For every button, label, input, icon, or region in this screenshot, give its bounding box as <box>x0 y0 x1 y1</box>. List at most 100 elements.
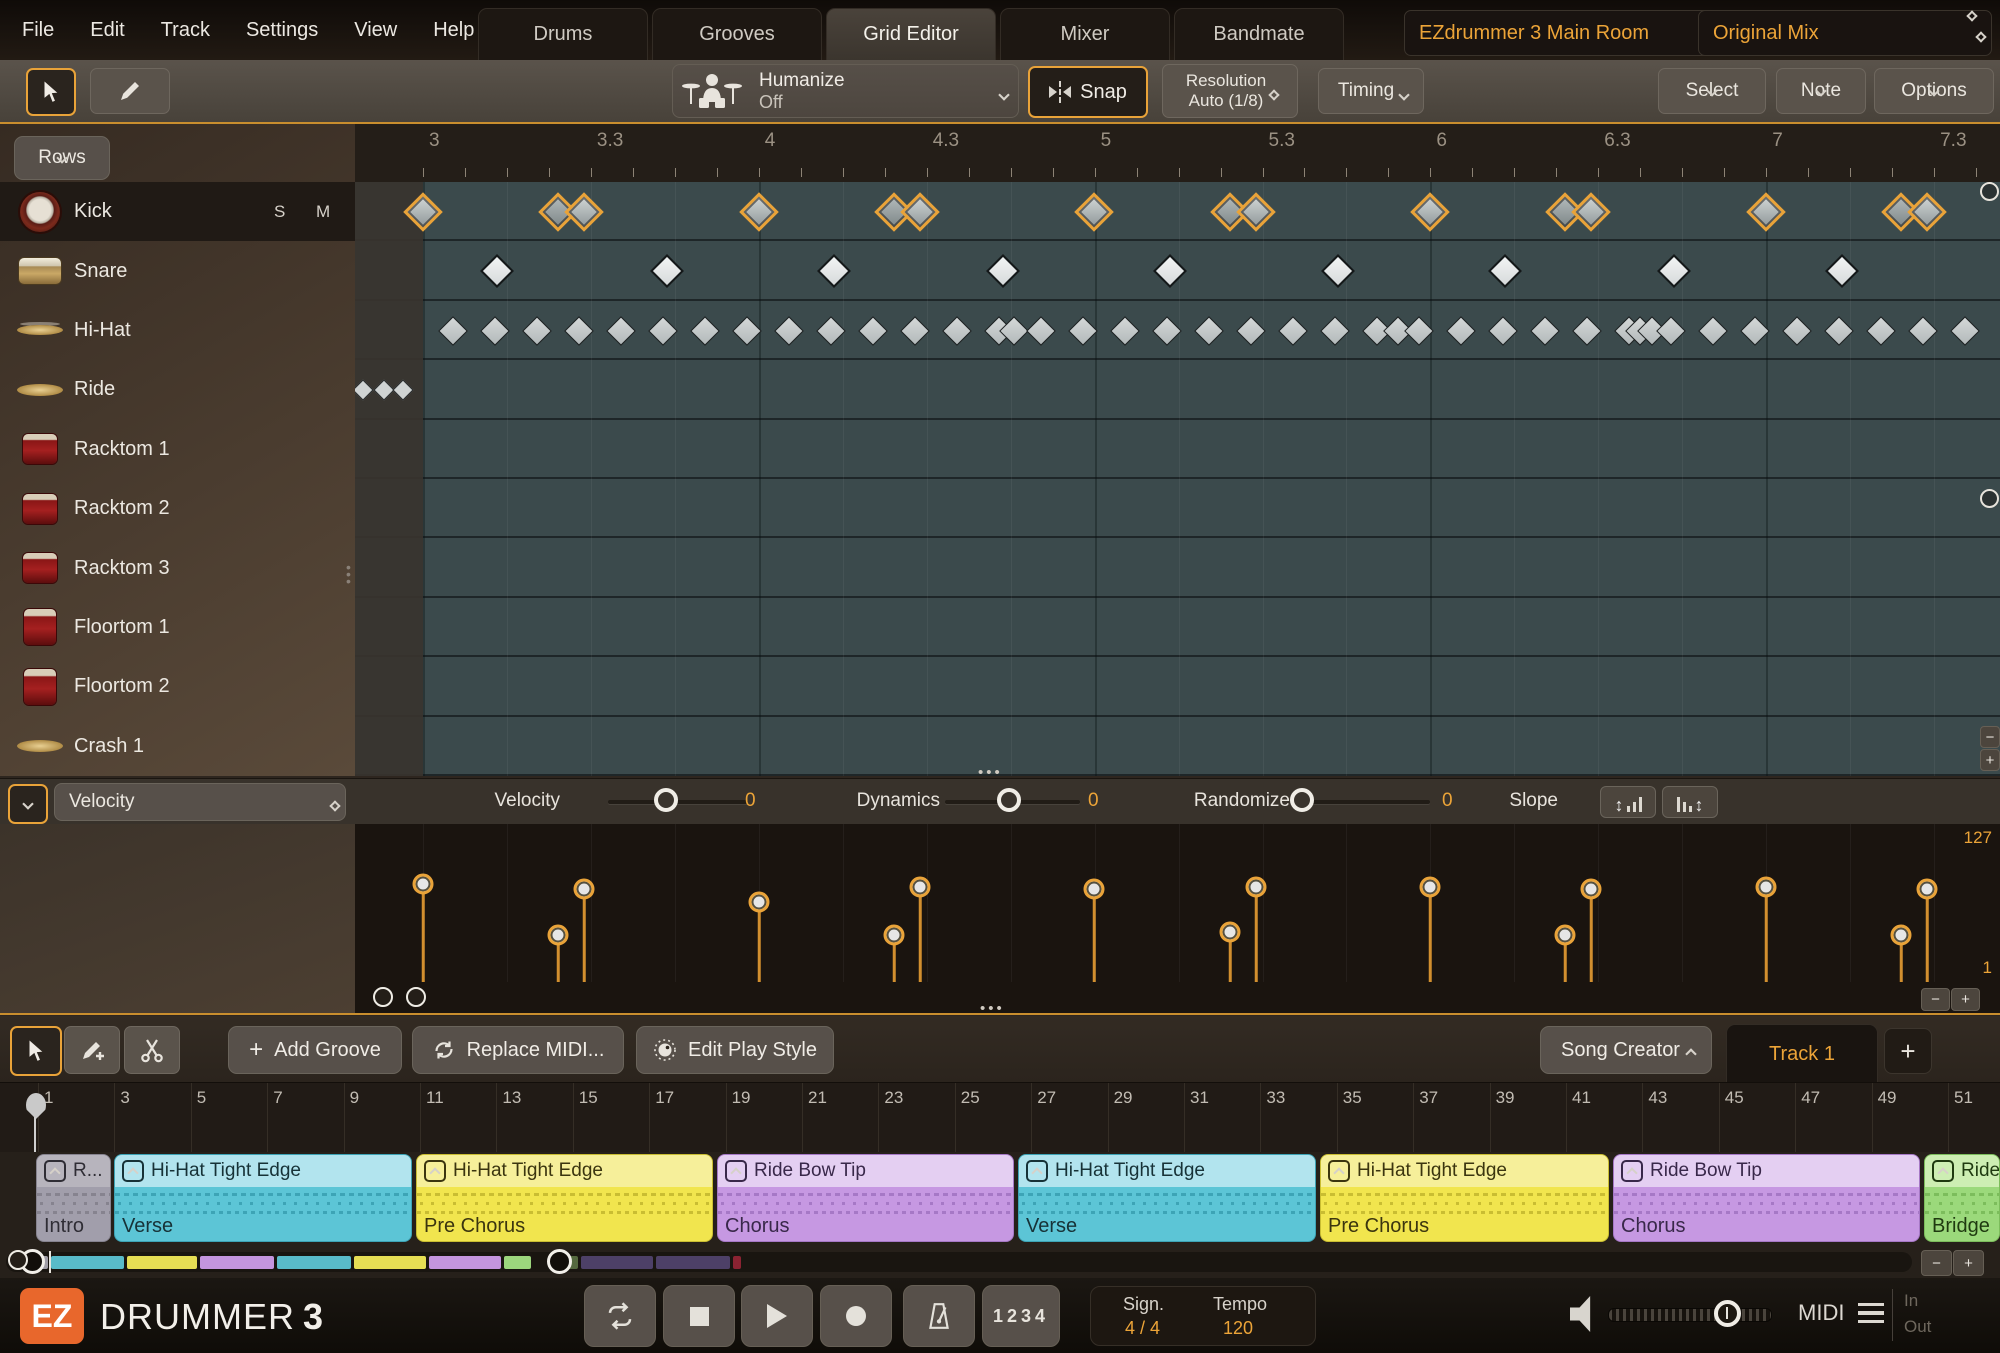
humanize-control[interactable]: Humanize Off <box>672 64 1019 118</box>
velocity-stem-head[interactable] <box>1419 876 1441 898</box>
mute-toggle[interactable]: M <box>316 202 330 222</box>
timing-button[interactable]: Timing <box>1318 68 1424 114</box>
velocity-stem[interactable] <box>582 888 586 982</box>
grid-zoom-out-button[interactable]: − <box>1980 726 2000 748</box>
menu-item-view[interactable]: View <box>354 19 397 42</box>
drum-row-racktom-2[interactable]: Racktom 2 <box>0 479 355 538</box>
sign-tempo-panel[interactable]: Sign. 4 / 4 Tempo 120 <box>1090 1286 1316 1346</box>
speaker-icon[interactable] <box>1570 1296 1591 1332</box>
grid-row[interactable] <box>355 597 2000 658</box>
overview-segment[interactable] <box>200 1256 274 1269</box>
velocity-stem[interactable] <box>757 902 761 982</box>
edit-play-style-button[interactable]: Edit Play Style <box>636 1026 834 1074</box>
drum-row-crash-1[interactable]: Crash 1 <box>0 717 355 776</box>
overview-segment[interactable] <box>429 1256 501 1269</box>
track-tab[interactable]: Track 1 <box>1726 1024 1878 1083</box>
grid-row[interactable] <box>355 716 2000 776</box>
velocity-stem[interactable] <box>1254 887 1258 982</box>
overview-segment[interactable] <box>51 1256 124 1269</box>
pencil-tool-button[interactable] <box>90 68 170 114</box>
rows-menu-button[interactable]: Rows <box>14 136 110 180</box>
drum-row-floortom-2[interactable]: Floortom 2 <box>0 657 355 716</box>
tab-drums[interactable]: Drums <box>478 8 648 60</box>
song-block-verse[interactable]: Hi-Hat Tight Edge Verse <box>1018 1154 1316 1242</box>
song-playhead[interactable] <box>26 1093 48 1153</box>
record-button[interactable] <box>820 1285 892 1347</box>
chevron-up-box-icon[interactable] <box>1932 1160 1954 1182</box>
velocity-stem-head[interactable] <box>1580 878 1602 900</box>
arrow-tool-button[interactable] <box>26 68 76 116</box>
vertical-scroll-knob[interactable] <box>1980 182 1999 201</box>
note-menu-button[interactable]: Note <box>1776 68 1866 114</box>
song-block-bridge[interactable]: Ride Bridge <box>1924 1154 2000 1242</box>
velocity-stem-head[interactable] <box>547 924 569 946</box>
velocity-stem-head[interactable] <box>1554 924 1576 946</box>
velocity-stem[interactable] <box>1589 888 1593 982</box>
song-scissors-tool-button[interactable] <box>124 1026 180 1074</box>
loop-start-handle[interactable] <box>373 987 393 1007</box>
chevron-up-box-icon[interactable] <box>44 1160 66 1182</box>
add-track-button[interactable]: + <box>1884 1028 1932 1074</box>
menu-item-file[interactable]: File <box>22 19 54 42</box>
resolution-select[interactable]: Resolution Auto (1/8) <box>1162 64 1298 118</box>
drum-row-racktom-1[interactable]: Racktom 1 <box>0 420 355 479</box>
volume-knob[interactable] <box>1714 1300 1741 1327</box>
replace-midi-button[interactable]: Replace MIDI... <box>412 1026 624 1074</box>
collapse-panel-button[interactable] <box>8 784 48 824</box>
velocity-stem-head[interactable] <box>883 924 905 946</box>
chevron-up-box-icon[interactable] <box>1328 1160 1350 1182</box>
song-block-chorus[interactable]: Ride Bow Tip Chorus <box>717 1154 1014 1242</box>
drum-row-snare[interactable]: Snare <box>0 241 355 300</box>
chevron-up-box-icon[interactable] <box>1621 1160 1643 1182</box>
slope-up-button[interactable]: ↕ <box>1600 786 1656 818</box>
song-creator-button[interactable]: Song Creator <box>1540 1026 1712 1074</box>
velocity-stem-head[interactable] <box>1245 876 1267 898</box>
velocity-stem-head[interactable] <box>412 873 434 895</box>
chevron-up-box-icon[interactable] <box>725 1160 747 1182</box>
song-pencil-tool-button[interactable] <box>64 1026 120 1074</box>
velocity-stem-head[interactable] <box>1916 878 1938 900</box>
lane-type-select[interactable]: Velocity <box>54 783 346 821</box>
song-block-verse[interactable]: Hi-Hat Tight Edge Verse <box>114 1154 412 1242</box>
song-block-pre-chorus[interactable]: Hi-Hat Tight Edge Pre Chorus <box>416 1154 713 1242</box>
song-zoom-in-button[interactable]: + <box>1953 1250 1984 1276</box>
overview-segment[interactable] <box>733 1256 741 1269</box>
stop-button[interactable] <box>663 1285 735 1347</box>
song-arrow-tool-button[interactable] <box>10 1026 62 1076</box>
drum-row-hi-hat[interactable]: Hi-Hat <box>0 301 355 360</box>
chevron-up-box-icon[interactable] <box>424 1160 446 1182</box>
drum-row-kick[interactable]: Kick S M <box>0 182 355 242</box>
tab-grooves[interactable]: Grooves <box>652 8 822 60</box>
library-preset-select[interactable]: EZdrummer 3 Main Room <box>1404 10 1718 56</box>
chevron-up-box-icon[interactable] <box>122 1160 144 1182</box>
velocity-stem-head[interactable] <box>1219 921 1241 943</box>
song-block-intro[interactable]: R... Intro <box>36 1154 111 1242</box>
overview-segment[interactable] <box>504 1256 531 1269</box>
note-grid-area[interactable]: 3 3.3 4 4.3 5 5.3 6 6.3 7 7.3 <box>355 124 2000 776</box>
drum-row-racktom-3[interactable]: Racktom 3 <box>0 538 355 597</box>
vertical-scroll-knob[interactable] <box>1980 489 1999 508</box>
dynamics-slider-knob[interactable] <box>997 788 1021 812</box>
loop-button[interactable] <box>584 1285 656 1347</box>
velocity-slider-track[interactable] <box>608 800 748 804</box>
chevron-up-box-icon[interactable] <box>1026 1160 1048 1182</box>
select-menu-button[interactable]: Select <box>1658 68 1766 114</box>
drum-row-floortom-1[interactable]: Floortom 1 <box>0 598 355 657</box>
velocity-stem[interactable] <box>1764 887 1768 982</box>
velocity-stem-head[interactable] <box>1890 924 1912 946</box>
grid-rows[interactable] <box>355 182 2000 776</box>
song-block-pre-chorus[interactable]: Hi-Hat Tight Edge Pre Chorus <box>1320 1154 1609 1242</box>
snap-toggle-button[interactable]: Snap <box>1028 66 1148 118</box>
velocity-stem-head[interactable] <box>1755 876 1777 898</box>
slope-down-button[interactable]: ↕ <box>1662 786 1718 818</box>
velocity-lane[interactable]: 127 1 <box>355 824 2000 982</box>
menu-item-settings[interactable]: Settings <box>246 19 318 42</box>
song-ruler[interactable]: 1 3 5 7 9 11 13 15 17 19 21 23 25 27 29 31 33 35 37 39 41 43 4… <box>0 1082 2000 1153</box>
velocity-stem-head[interactable] <box>748 891 770 913</box>
tab-grid-editor[interactable]: Grid Editor <box>826 8 996 60</box>
mix-preset-select[interactable]: Original Mix <box>1698 10 1992 56</box>
song-zoom-out-button[interactable]: − <box>1921 1250 1952 1276</box>
velocity-stem-head[interactable] <box>1083 878 1105 900</box>
add-groove-button[interactable]: + Add Groove <box>228 1026 402 1074</box>
panel-resize-handle[interactable]: ••• <box>346 560 351 588</box>
